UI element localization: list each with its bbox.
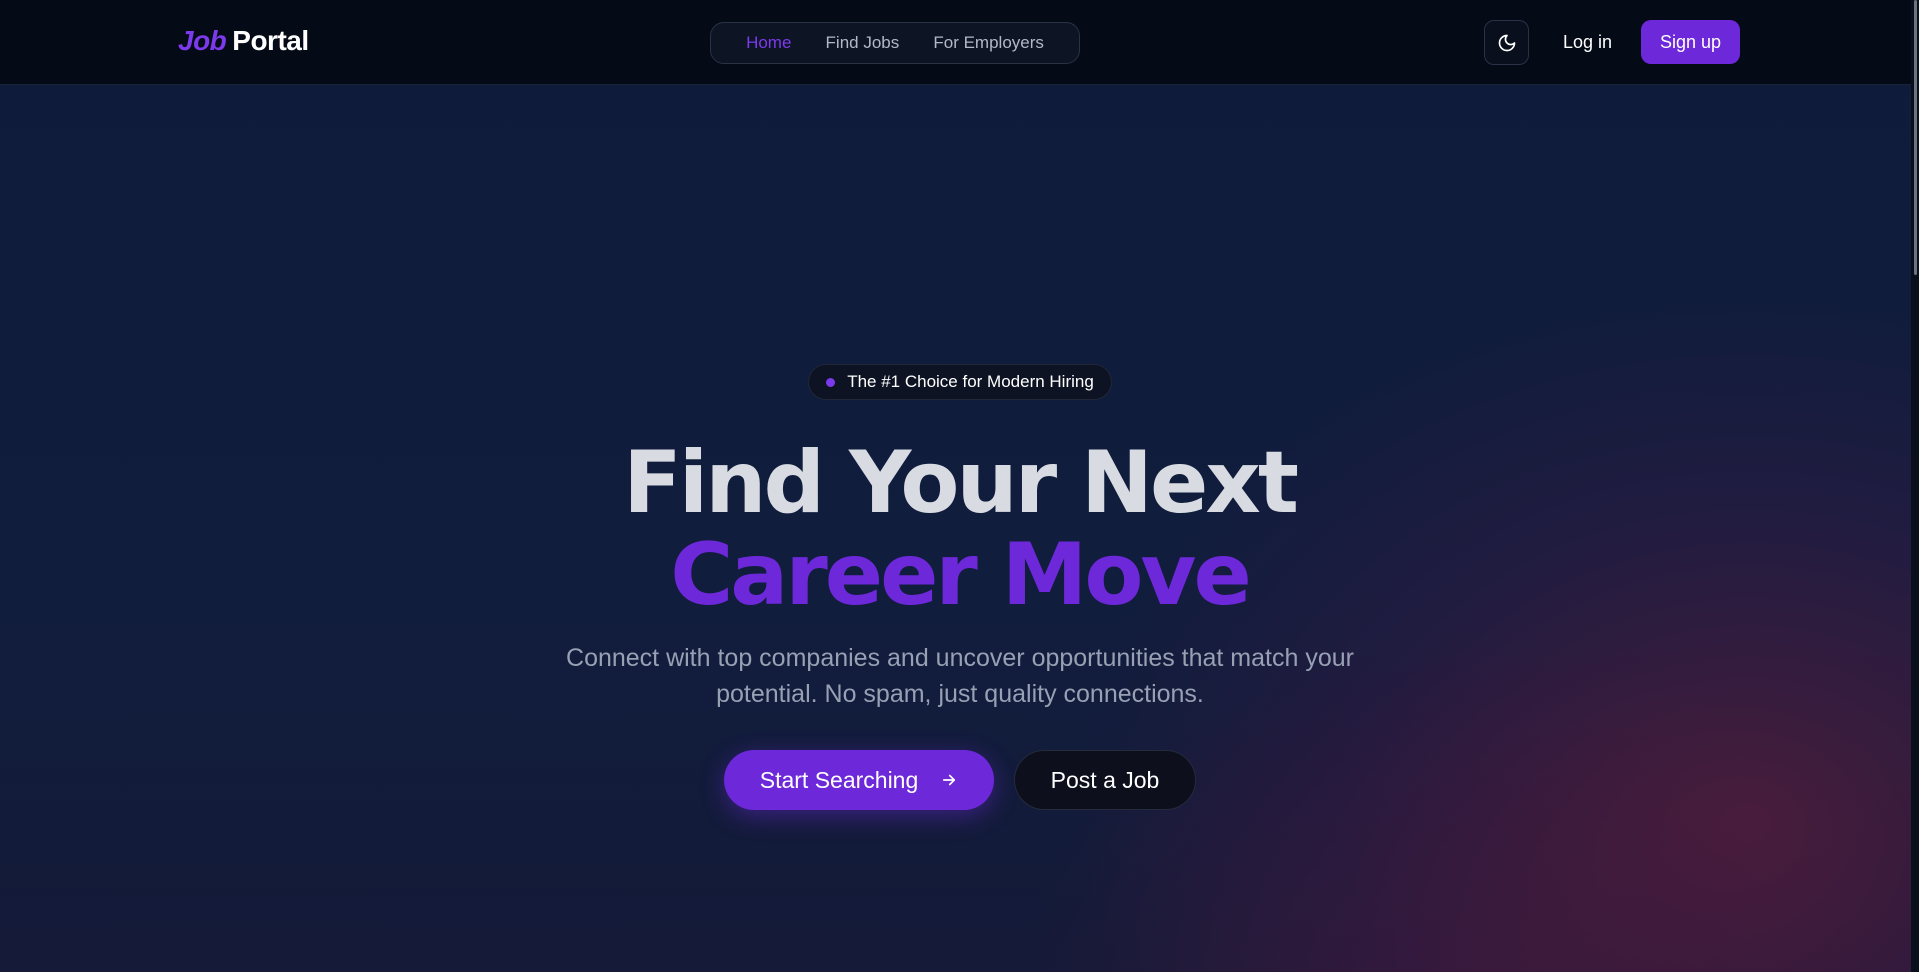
login-link[interactable]: Log in: [1563, 32, 1612, 53]
headline-line1: Find Your Next: [623, 433, 1299, 533]
nav-find-jobs[interactable]: Find Jobs: [826, 33, 900, 53]
nav-for-employers[interactable]: For Employers: [933, 33, 1044, 53]
logo[interactable]: Job Portal: [178, 25, 309, 57]
arrow-right-icon: [943, 774, 956, 786]
hero-subtitle: Connect with top companies and uncover o…: [566, 644, 1354, 708]
scrollbar-thumb[interactable]: [1914, 0, 1917, 275]
navbar: Job Portal Home Find Jobs For Employers …: [0, 0, 1919, 85]
main-nav: Home Find Jobs For Employers: [710, 22, 1080, 64]
post-a-job-button[interactable]: Post a Job: [1014, 750, 1196, 810]
nav-home[interactable]: Home: [746, 33, 791, 53]
hero-badge: The #1 Choice for Modern Hiring: [808, 364, 1112, 400]
start-searching-label: Start Searching: [759, 766, 919, 793]
badge-dot-icon: [826, 377, 836, 387]
signup-button[interactable]: Sign up: [1641, 20, 1740, 64]
moon-icon: [1498, 34, 1515, 51]
page: Job Portal Home Find Jobs For Employers …: [0, 0, 1919, 972]
start-searching-button[interactable]: Start Searching: [724, 750, 994, 810]
logo-portal-text: Portal: [232, 25, 309, 56]
headline-line2: Career Move: [670, 525, 1252, 625]
badge-text: The #1 Choice for Modern Hiring: [847, 372, 1094, 391]
logo-job-text: Job: [178, 25, 227, 56]
theme-toggle-button[interactable]: [1484, 20, 1529, 65]
